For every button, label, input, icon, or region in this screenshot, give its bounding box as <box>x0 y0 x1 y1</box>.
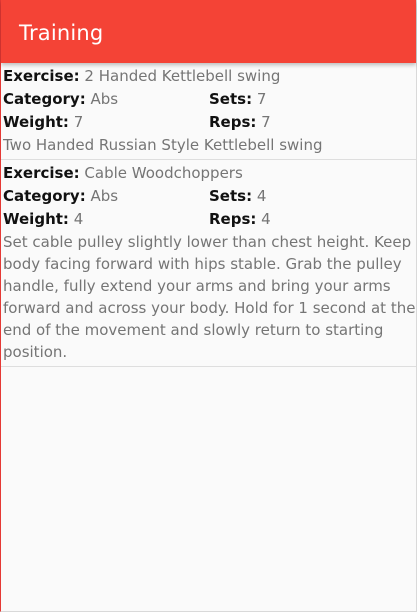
exercise-item[interactable]: Exercise: 2 Handed Kettlebell swing Cate… <box>1 63 416 160</box>
sets-label: Sets: <box>209 187 253 205</box>
app-title: Training <box>19 21 104 45</box>
exercise-row: Exercise: Cable Woodchoppers <box>3 162 416 185</box>
reps-label: Reps: <box>209 113 257 131</box>
app-screen: Training Exercise: 2 Handed Kettlebell s… <box>0 0 417 612</box>
sets-field: Sets: 4 <box>209 185 266 208</box>
weight-label: Weight: <box>3 113 69 131</box>
sets-value: 4 <box>256 187 267 205</box>
category-value: Abs <box>90 90 119 108</box>
category-sets-row: Category: Abs Sets: 4 <box>3 185 416 208</box>
app-bar: Training <box>1 0 416 63</box>
exercise-row: Exercise: 2 Handed Kettlebell swing <box>3 65 416 88</box>
weight-value: 7 <box>73 113 84 131</box>
reps-label: Reps: <box>209 210 257 228</box>
weight-reps-row: Weight: 4 Reps: 4 <box>3 208 416 231</box>
category-sets-row: Category: Abs Sets: 7 <box>3 88 416 111</box>
weight-label: Weight: <box>3 210 69 228</box>
weight-value: 4 <box>73 210 84 228</box>
exercise-label: Exercise: <box>3 164 80 182</box>
weight-reps-row: Weight: 7 Reps: 7 <box>3 111 416 134</box>
sets-label: Sets: <box>209 90 253 108</box>
exercise-list: Exercise: 2 Handed Kettlebell swing Cate… <box>1 63 416 367</box>
category-label: Category: <box>3 90 86 108</box>
sets-value: 7 <box>256 90 267 108</box>
reps-field: Reps: 7 <box>209 111 271 134</box>
exercise-name: Cable Woodchoppers <box>84 164 243 182</box>
exercise-description: Two Handed Russian Style Kettlebell swin… <box>3 136 323 154</box>
exercise-label: Exercise: <box>3 67 80 85</box>
sets-field: Sets: 7 <box>209 88 266 111</box>
reps-value: 4 <box>261 210 271 228</box>
category-label: Category: <box>3 187 86 205</box>
exercise-description: Set cable pulley slightly lower than che… <box>3 233 416 361</box>
exercise-name: 2 Handed Kettlebell swing <box>84 67 281 85</box>
exercise-item[interactable]: Exercise: Cable Woodchoppers Category: A… <box>1 160 416 367</box>
reps-field: Reps: 4 <box>209 208 271 231</box>
category-value: Abs <box>90 187 119 205</box>
reps-value: 7 <box>261 113 271 131</box>
